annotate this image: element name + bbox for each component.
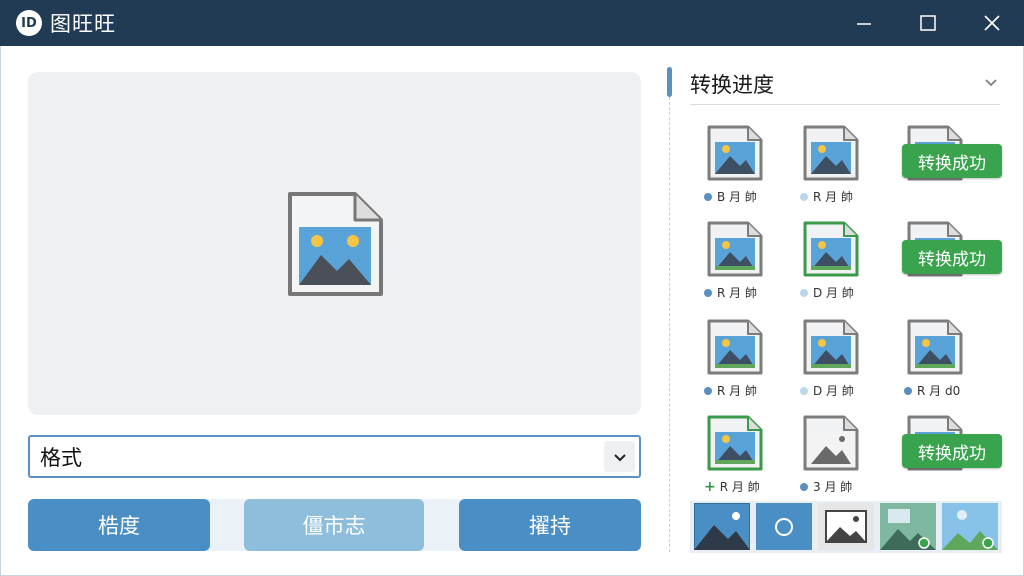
panel-header-rule [690, 104, 1000, 105]
strip-item-3[interactable] [818, 503, 874, 550]
status-dot-icon [704, 386, 712, 395]
thumbnail-item[interactable]: + R 月 帥 [698, 414, 794, 504]
image-file-icon [287, 191, 383, 296]
close-icon [984, 15, 1000, 31]
thumbnail-caption: + R 月 帥 [704, 478, 760, 495]
status-dot-icon [800, 192, 808, 201]
panel-divider [669, 72, 670, 552]
conversion-success-badge: 转换成功 [902, 434, 1002, 468]
thumbnail-item[interactable]: R 月 帥 [794, 124, 890, 214]
thumbnail-strip [690, 501, 1002, 553]
image-file-icon [707, 221, 763, 277]
thumbnail-item[interactable]: 转换成功 [898, 124, 1002, 214]
thumbnail-caption-text: R 月 帥 [813, 190, 853, 204]
app-title: 图旺旺 [50, 12, 116, 36]
action-button-3[interactable]: 擢持 [459, 499, 641, 551]
thumbnail-caption-text: R 月 帥 [717, 286, 757, 300]
status-dot-icon [800, 482, 808, 491]
image-file-icon [707, 319, 763, 375]
action-button-2[interactable]: 僵市志 [244, 499, 424, 551]
thumbnail-item[interactable]: R 月 帥 [698, 220, 794, 310]
thumbnail-item[interactable]: D 月 帥 [794, 220, 890, 310]
thumbnail-caption: B 月 帥 [704, 188, 757, 205]
thumbnail-item[interactable]: B 月 帥 [698, 124, 794, 214]
thumbnail-caption: D 月 帥 [800, 284, 854, 301]
minimize-button[interactable] [832, 0, 896, 46]
chevron-down-icon[interactable] [983, 74, 999, 90]
image-frame-icon [818, 503, 874, 550]
window-controls [832, 0, 1024, 46]
window-body: 格式 梏度 僵市志 擢持 转换进度 B 月 帥R 月 帥转换成功 R 月 帥D 月… [0, 46, 1024, 576]
format-dropdown-button[interactable] [604, 441, 635, 472]
status-dot-icon [704, 192, 712, 201]
nature-image-icon [942, 503, 998, 550]
strip-item-2[interactable] [756, 503, 812, 550]
conversion-success-badge: 转换成功 [902, 240, 1002, 274]
image-file-icon [803, 319, 859, 375]
panel-divider-handle[interactable] [667, 67, 672, 97]
strip-item-4[interactable] [880, 503, 936, 550]
status-dot-icon [800, 288, 808, 297]
thumbnail-caption: R 月 帥 [704, 382, 757, 399]
chevron-down-icon [613, 453, 626, 461]
mountain-image-icon [693, 502, 751, 551]
format-select-label: 格式 [40, 445, 82, 470]
conversion-progress-title: 转换进度 [690, 73, 774, 97]
thumbnail-caption: R 月 d0 [904, 382, 960, 399]
action-bar: 梏度 僵市志 擢持 [28, 499, 641, 551]
maximize-icon [920, 15, 936, 31]
thumbnail-caption-text: R 月 帥 [717, 384, 757, 398]
thumbnail-item[interactable]: D 月 帥 [794, 318, 890, 408]
minimize-icon [857, 23, 871, 25]
nature-image-icon [880, 503, 936, 550]
thumbnail-item[interactable]: 转换成功 [898, 220, 1002, 310]
thumbnail-caption-text: D 月 帥 [813, 384, 854, 398]
title-bar: ID 图旺旺 [0, 0, 1024, 46]
thumbnail-caption-text: D 月 帥 [813, 286, 854, 300]
thumbnail-caption-text: R 月 d0 [917, 384, 961, 398]
strip-item-5[interactable] [942, 503, 998, 550]
strip-item-1[interactable] [693, 502, 751, 551]
thumbnail-caption-text: R 月 帥 [719, 480, 760, 494]
thumbnail-caption: R 月 帥 [704, 284, 757, 301]
status-dot-icon [800, 386, 808, 395]
action-button-1[interactable]: 梏度 [28, 499, 210, 551]
image-file-icon [707, 125, 763, 181]
image-file-icon [803, 125, 859, 181]
thumbnail-caption: R 月 帥 [800, 188, 853, 205]
thumbnail-item[interactable]: R 月 d0 [898, 318, 994, 408]
image-preview-area[interactable] [28, 72, 641, 415]
thumbnail-item[interactable]: 转换成功 [898, 414, 1002, 504]
image-file-icon [707, 415, 763, 471]
circle-icon [756, 503, 812, 550]
status-dot-icon [704, 288, 712, 297]
thumbnail-caption: D 月 帥 [800, 382, 854, 399]
plus-icon: + [704, 478, 716, 495]
image-file-icon [803, 415, 859, 471]
thumbnail-item[interactable]: 3 月 帥 [794, 414, 890, 504]
app-logo-icon: ID [16, 10, 42, 36]
status-dot-icon [904, 386, 912, 395]
thumbnail-caption-text: B 月 帥 [717, 190, 757, 204]
thumbnail-caption-text: 3 月 帥 [813, 480, 853, 494]
image-file-icon [803, 221, 859, 277]
format-select[interactable]: 格式 [28, 435, 641, 478]
close-button[interactable] [960, 0, 1024, 46]
conversion-success-badge: 转换成功 [902, 144, 1002, 178]
thumbnail-caption: 3 月 帥 [800, 478, 852, 495]
thumbnail-item[interactable]: R 月 帥 [698, 318, 794, 408]
maximize-button[interactable] [896, 0, 960, 46]
image-file-icon [907, 319, 963, 375]
